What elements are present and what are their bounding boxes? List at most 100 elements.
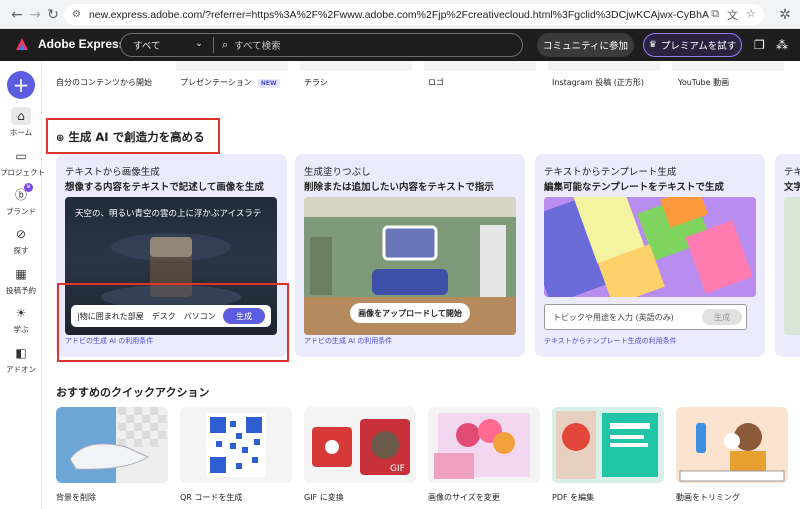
card-subtitle: 編集可能なテンプレートをテキストで生成	[544, 182, 724, 193]
template-label-presentation[interactable]: プレゼンテーション NEW	[180, 77, 280, 88]
translate-icon[interactable]: 文	[727, 7, 738, 23]
template-prompt-placeholder: トピックや用途を入力 (英語のみ)	[553, 312, 674, 322]
rail-label: プロジェクト	[0, 168, 45, 177]
quick-action-label[interactable]: 背景を削除	[56, 492, 96, 503]
search-bar[interactable]: すべて ⌄ ⌕ すべて検索	[120, 33, 523, 57]
premium-button[interactable]: ♛ プレミアムを試す	[643, 33, 742, 57]
rail-item-projects[interactable]: ▭ プロジェクト	[0, 145, 45, 178]
template-row-labels: 自分のコンテンツから開始 プレゼンテーション NEW チラシ ロゴ Instagr…	[42, 77, 800, 91]
template-thumbnail[interactable]	[300, 61, 412, 71]
community-button[interactable]: コミュニティに参加	[537, 33, 634, 57]
partial-card-image	[784, 197, 800, 335]
card-subtitle: 削除または追加したい内容をテキストで指示	[304, 182, 494, 193]
rail-label: 投稿予約	[6, 286, 36, 295]
rail-item-addons[interactable]: ◧ アドオン	[0, 342, 42, 375]
reload-icon[interactable]: ↻	[42, 4, 64, 26]
card-title: テキストからテンプレート生成	[544, 167, 677, 178]
card-subtitle: 文字	[784, 182, 800, 193]
template-collage-illustration	[544, 197, 756, 297]
quick-action-label[interactable]: PDF を編集	[552, 492, 594, 503]
partial-card[interactable]: テキ 文字	[775, 154, 800, 357]
new-badge: NEW	[257, 79, 280, 88]
card-subtitle: 想像する内容をテキストで記述して画像を生成	[65, 182, 264, 193]
create-new-button[interactable]: +	[7, 71, 35, 99]
discover-icon: ⊘	[15, 227, 27, 241]
rail-label: 探す	[13, 246, 29, 255]
rail-item-schedule[interactable]: ▦ 投稿予約	[0, 263, 42, 296]
template-label[interactable]: ロゴ	[428, 77, 444, 88]
quick-action-trim-video[interactable]	[676, 407, 788, 483]
premium-label: プレミアムを試す	[660, 41, 737, 52]
left-rail: + ⌂ ホーム ▭ プロジェクト ⓑ ♛ ブランド ⊘ 探す ▦ 投稿予約 ☀ …	[0, 61, 45, 509]
learn-icon: ☀	[15, 306, 27, 320]
quick-action-remove-bg[interactable]	[56, 407, 168, 483]
template-thumbnail[interactable]	[176, 61, 288, 71]
quick-action-edit-pdf[interactable]	[552, 407, 664, 483]
edit-pdf-thumbnail	[552, 407, 664, 483]
quick-action-label[interactable]: 動画をトリミング	[676, 492, 740, 503]
template-label[interactable]: 自分のコンテンツから開始	[56, 77, 152, 88]
extensions-icon[interactable]: ✲	[774, 4, 796, 26]
addon-icon: ◧	[15, 346, 27, 360]
template-label: プレゼンテーション	[180, 78, 252, 87]
rail-label: ホーム	[9, 128, 33, 137]
resize-image-thumbnail	[428, 407, 540, 483]
url-text: new.express.adobe.com/?referrer=https%3A…	[88, 8, 709, 21]
template-label[interactable]: Instagram 投稿 (正方形)	[552, 77, 644, 88]
search-divider	[213, 37, 214, 53]
input-highlight	[57, 283, 289, 362]
template-collage-image	[544, 197, 756, 297]
card-title: テキストから画像生成	[65, 167, 160, 178]
text-to-template-card[interactable]: テキストからテンプレート生成 編集可能なテンプレートをテキストで生成 トピックや…	[535, 154, 765, 357]
quick-action-resize[interactable]	[428, 407, 540, 483]
generate-template-button[interactable]: 生成	[702, 309, 742, 325]
upload-image-button[interactable]: 画像をアップロードして開始	[350, 303, 470, 323]
template-prompt-input[interactable]: トピックや用途を入力 (英語のみ) 生成	[544, 304, 747, 330]
generative-fill-card[interactable]: 生成塗りつぶし 削除または追加したい内容をテキストで指示 画像をアップロードして…	[295, 154, 525, 357]
card-title: テキ	[784, 167, 800, 178]
quick-action-label[interactable]: QR コードを生成	[180, 492, 242, 503]
search-input[interactable]: すべて検索	[234, 38, 280, 52]
qr-code-thumbnail	[180, 407, 292, 483]
template-thumbnail[interactable]	[424, 61, 536, 71]
quick-action-qr-code[interactable]	[180, 407, 292, 483]
rail-item-brand[interactable]: ⓑ ♛ ブランド	[0, 183, 42, 217]
search-scope-dropdown[interactable]: すべて ⌄	[121, 38, 213, 52]
address-bar[interactable]: ⚙ new.express.adobe.com/?referrer=https%…	[64, 4, 764, 25]
sparkle-icon: ⊕	[56, 133, 65, 144]
adobe-express-logo-icon[interactable]	[14, 36, 30, 52]
rail-label: アドオン	[6, 365, 36, 374]
rail-item-learn[interactable]: ☀ 学ぶ	[0, 302, 42, 335]
terms-link[interactable]: アドビの生成 AI の利用条件	[304, 336, 392, 346]
bookmark-star-icon[interactable]: ☆	[746, 7, 756, 23]
folder-icon: ▭	[15, 149, 27, 163]
rail-label: ブランド	[6, 207, 36, 216]
rail-item-discover[interactable]: ⊘ 探す	[0, 223, 42, 256]
site-settings-icon[interactable]: ⚙	[72, 9, 81, 20]
gif-overlay-label: GIF	[390, 464, 405, 474]
section-title: ⊕ 生成 AI で創造力を高める	[56, 129, 205, 145]
crown-badge-icon: ♛	[24, 183, 33, 192]
template-thumbnail[interactable]	[548, 61, 660, 71]
quick-action-label[interactable]: 画像のサイズを変更	[428, 492, 500, 503]
template-label[interactable]: チラシ	[304, 77, 328, 88]
template-thumbnail[interactable]	[672, 61, 784, 71]
chat-icon[interactable]: ❐	[754, 38, 765, 52]
calendar-icon: ▦	[15, 267, 27, 281]
browser-toolbar: ← → ↻ ⚙ new.express.adobe.com/?referrer=…	[0, 0, 800, 29]
search-icon: ⌕	[222, 38, 229, 51]
quick-action-gif[interactable]: GIF	[304, 407, 416, 483]
apps-grid-icon[interactable]: ⁂	[776, 38, 788, 52]
home-icon: ⌂	[17, 109, 25, 123]
terms-link[interactable]: テキストからテンプレート生成の利用条件	[544, 336, 677, 346]
template-label[interactable]: YouTube 動画	[678, 77, 729, 88]
remove-background-thumbnail	[56, 407, 168, 483]
install-app-icon[interactable]: ⧉	[711, 7, 719, 23]
quick-action-label[interactable]: GIF に変換	[304, 492, 344, 503]
chevron-down-icon: ⌄	[195, 38, 203, 49]
prompt-text[interactable]: 天空の、明るい青空の雲の上に浮かぶアイスラテ	[75, 207, 261, 219]
app-title[interactable]: Adobe Express	[38, 37, 125, 51]
trim-video-thumbnail	[676, 407, 788, 483]
quick-actions-title: おすすめのクイックアクション	[56, 386, 210, 399]
rail-item-home[interactable]: ⌂ ホーム	[0, 105, 42, 138]
